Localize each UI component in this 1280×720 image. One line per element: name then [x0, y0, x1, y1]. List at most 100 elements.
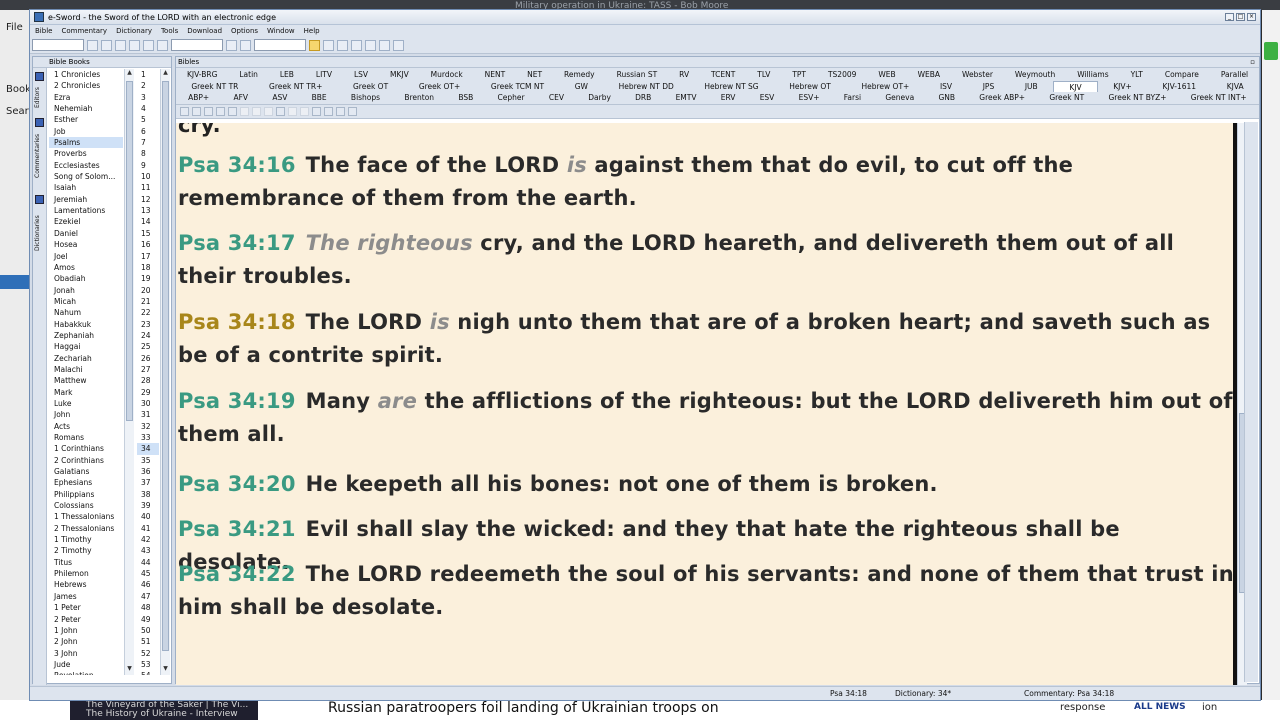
tab-tcent[interactable]: TCENT [700, 69, 746, 81]
book-item[interactable]: Esther [49, 114, 123, 125]
background-book-label[interactable]: Book [6, 84, 31, 95]
tab-litv[interactable]: LITV [305, 69, 343, 81]
chapter-item[interactable]: 20 [137, 285, 159, 296]
chapter-item[interactable]: 6 [137, 126, 159, 137]
edit-icon[interactable] [192, 106, 201, 116]
book-item[interactable]: Jude [49, 659, 123, 670]
title-bar[interactable]: e-Sword - the Sword of the LORD with an … [30, 10, 1260, 25]
list-icon[interactable] [228, 106, 237, 116]
book-item[interactable]: Philippians [49, 489, 123, 500]
tab-greek-ot[interactable]: Greek OT [338, 81, 404, 93]
tab-gnb[interactable]: GNB [926, 92, 967, 104]
zoom-icon[interactable] [312, 106, 321, 116]
verse-reference[interactable]: Psa 34:19 [178, 389, 296, 413]
tab-mkjv[interactable]: MKJV [379, 69, 420, 81]
chapter-item[interactable]: 53 [137, 659, 159, 670]
close-button[interactable]: × [1247, 13, 1256, 21]
back-arrow-icon[interactable] [101, 39, 112, 51]
tab-jps[interactable]: JPS [967, 81, 1009, 93]
copy-icon[interactable] [180, 106, 189, 116]
tab-drb[interactable]: DRB [623, 92, 663, 104]
menu-options[interactable]: Options [228, 27, 264, 35]
book-item[interactable]: Obadiah [49, 273, 123, 284]
tab-hebrew-nt-sg[interactable]: Hebrew NT SG [689, 81, 774, 93]
prev-icon[interactable] [336, 106, 345, 116]
book-item[interactable]: Revelation [49, 670, 123, 675]
book-item[interactable]: Luke [49, 398, 123, 409]
tab-nent[interactable]: NENT [474, 69, 517, 81]
book-item[interactable]: Nehemiah [49, 103, 123, 114]
book-item[interactable]: 1 Chronicles [49, 69, 123, 80]
background-file-label[interactable]: File [6, 22, 23, 33]
verse-reference[interactable]: Psa 34:18 [178, 310, 296, 334]
tab-dictionaries[interactable]: Dictionaries [34, 207, 46, 251]
chapter-item[interactable]: 13 [137, 205, 159, 216]
pin-icon[interactable]: ▫ [1250, 57, 1255, 68]
chapter-item[interactable]: 7 [137, 137, 159, 148]
scroll-up-icon[interactable]: ▲ [125, 69, 134, 79]
book-item[interactable]: James [49, 591, 123, 602]
chapter-item[interactable]: 34 [137, 443, 159, 455]
panel-icon[interactable] [365, 39, 376, 51]
tab-webster[interactable]: Webster [951, 69, 1004, 81]
tab-tlv[interactable]: TLV [746, 69, 781, 81]
highlight-icon[interactable] [226, 39, 237, 51]
book-item[interactable]: Mark [49, 387, 123, 398]
tab-hebrew-ot-[interactable]: Hebrew OT+ [846, 81, 924, 93]
tab-greek-nt-tr-[interactable]: Greek NT TR+ [254, 81, 338, 93]
chapter-item[interactable]: 29 [137, 387, 159, 398]
chapter-list-scrollbar[interactable]: ▲ ▼ [160, 69, 170, 675]
book-item[interactable]: Malachi [49, 364, 123, 375]
forward-arrow-icon[interactable] [115, 39, 126, 51]
book-item[interactable]: 2 Timothy [49, 545, 123, 556]
tab-kjv[interactable]: KJV [1053, 80, 1098, 92]
chapter-item[interactable]: 2 [137, 80, 159, 91]
tab-latin[interactable]: Latin [228, 69, 269, 81]
book-item[interactable]: 1 Peter [49, 602, 123, 613]
book-item[interactable]: Titus [49, 557, 123, 568]
chapter-item[interactable]: 9 [137, 160, 159, 171]
verse[interactable]: Psa 34:16 The face of the LORD is against… [178, 149, 1234, 215]
reference-combo[interactable] [171, 39, 223, 51]
tab-weymouth[interactable]: Weymouth [1004, 69, 1066, 81]
menu-help[interactable]: Help [301, 27, 326, 35]
menu-download[interactable]: Download [184, 27, 228, 35]
tab-greek-tcm-nt[interactable]: Greek TCM NT [476, 81, 560, 93]
tab-greek-ot-[interactable]: Greek OT+ [404, 81, 476, 93]
chapter-item[interactable]: 46 [137, 579, 159, 590]
tab-kjva[interactable]: KJVA [1211, 81, 1259, 93]
book-item[interactable]: Ezekiel [49, 216, 123, 227]
chapter-item[interactable]: 10 [137, 171, 159, 182]
tab-erv[interactable]: ERV [709, 92, 748, 104]
verse-reference[interactable]: Psa 34:17 [178, 231, 296, 255]
highlight-icon[interactable] [276, 106, 285, 116]
book-item[interactable]: Ecclesiastes [49, 160, 123, 171]
tab-kjv-[interactable]: KJV+ [1098, 81, 1147, 93]
erase-icon[interactable] [240, 39, 251, 51]
tab-editors[interactable]: Editors [34, 84, 46, 108]
book-item[interactable]: Zechariah [49, 353, 123, 364]
background-link-list[interactable]: The Vineyard of the Saker | The Vi... Th… [70, 700, 258, 720]
chapter-item[interactable]: 39 [137, 500, 159, 511]
book-item[interactable]: Micah [49, 296, 123, 307]
chapter-item[interactable]: 48 [137, 602, 159, 613]
book-item[interactable]: John [49, 409, 123, 420]
book-item[interactable]: Psalms [49, 137, 123, 149]
tab-greek-nt-byz-[interactable]: Greek NT BYZ+ [1096, 92, 1178, 104]
tab-lsv[interactable]: LSV [343, 69, 379, 81]
tab-asv[interactable]: ASV [260, 92, 299, 104]
book-item[interactable]: Proverbs [49, 148, 123, 159]
tab-net[interactable]: NET [516, 69, 553, 81]
tab-geneva[interactable]: Geneva [873, 92, 926, 104]
book-item[interactable]: Philemon [49, 568, 123, 579]
tab-cev[interactable]: CEV [537, 92, 576, 104]
search-icon[interactable] [143, 39, 154, 51]
tab-afv[interactable]: AFV [221, 92, 260, 104]
verse[interactable]: Psa 34:20 He keepeth all his bones: not o… [178, 468, 1234, 501]
chapter-item[interactable]: 50 [137, 625, 159, 636]
chapter-item[interactable]: 42 [137, 534, 159, 545]
chapter-item[interactable]: 23 [137, 319, 159, 330]
book-item[interactable]: Ezra [49, 92, 123, 103]
book-item[interactable]: 1 Thessalonians [49, 511, 123, 522]
chapter-item[interactable]: 35 [137, 455, 159, 466]
